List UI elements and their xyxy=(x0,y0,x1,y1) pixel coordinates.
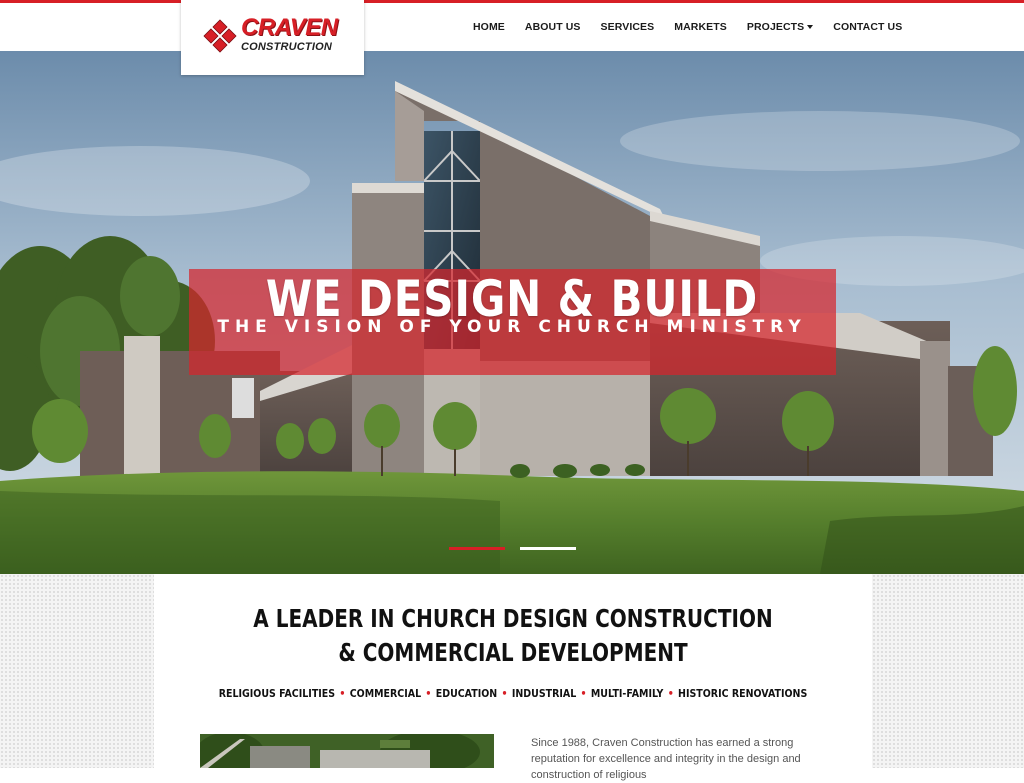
tag-separator: • xyxy=(501,687,508,700)
slider-indicator-2[interactable] xyxy=(520,547,576,550)
nav-services[interactable]: SERVICES xyxy=(591,3,665,51)
slider-indicator-1[interactable] xyxy=(449,547,505,550)
intro-text: Since 1988, Craven Construction has earn… xyxy=(531,737,801,781)
tag-separator: • xyxy=(580,687,587,700)
logo-link[interactable]: CRAVEN CONSTRUCTION xyxy=(181,0,364,75)
tag-separator: • xyxy=(425,687,432,700)
nav-projects[interactable]: PROJECTS xyxy=(737,3,823,51)
market-tags: RELIGIOUS FACILITIES • COMMERCIAL • EDUCATIO… xyxy=(204,687,821,700)
tag-education: EDUCATION xyxy=(435,687,498,700)
tag-separator: • xyxy=(667,687,674,700)
tag-religious-facilities: RELIGIOUS FACILITIES xyxy=(218,687,336,700)
tag-industrial: INDUSTRIAL xyxy=(511,687,577,700)
tag-commercial: COMMERCIAL xyxy=(349,687,422,700)
site-header: HOME ABOUT US SERVICES MARKETS PROJECTS … xyxy=(0,3,1024,51)
tag-historic-renovations: HISTORIC RENOVATIONS xyxy=(678,687,808,700)
intro-headline-line-2: & COMMERCIAL DEVELOPMENT xyxy=(338,638,688,667)
intro-headline: A LEADER IN CHURCH DESIGN CONSTRUCTION &… xyxy=(226,602,800,670)
logo-wordmark: CRAVEN xyxy=(241,14,338,41)
diamond-logo-icon xyxy=(203,19,237,53)
nav-home[interactable]: HOME xyxy=(463,3,515,51)
nav-markets[interactable]: MARKETS xyxy=(664,3,737,51)
caret-down-icon xyxy=(807,25,814,30)
intro-section: A LEADER IN CHURCH DESIGN CONSTRUCTION &… xyxy=(0,574,1024,781)
intro-headline-line-1: A LEADER IN CHURCH DESIGN CONSTRUCTION xyxy=(253,604,773,633)
logo-subtitle: CONSTRUCTION xyxy=(241,41,333,53)
tag-separator: • xyxy=(339,687,346,700)
nav-contact-us[interactable]: CONTACT US xyxy=(823,3,912,51)
aerial-photo xyxy=(200,734,494,768)
intro-panel: A LEADER IN CHURCH DESIGN CONSTRUCTION &… xyxy=(154,574,872,781)
nav-projects-label: PROJECTS xyxy=(746,21,805,33)
nav-about-us[interactable]: ABOUT US xyxy=(515,3,591,51)
main-nav: HOME ABOUT US SERVICES MARKETS PROJECTS … xyxy=(463,3,912,51)
hero-subtitle: THE VISION OF YOUR CHURCH MINISTRY xyxy=(217,317,807,337)
hero-slider: WE DESIGN & BUILD THE VISION OF YOUR CHU… xyxy=(0,51,1024,574)
tag-multi-family: MULTI-FAMILY xyxy=(590,687,664,700)
